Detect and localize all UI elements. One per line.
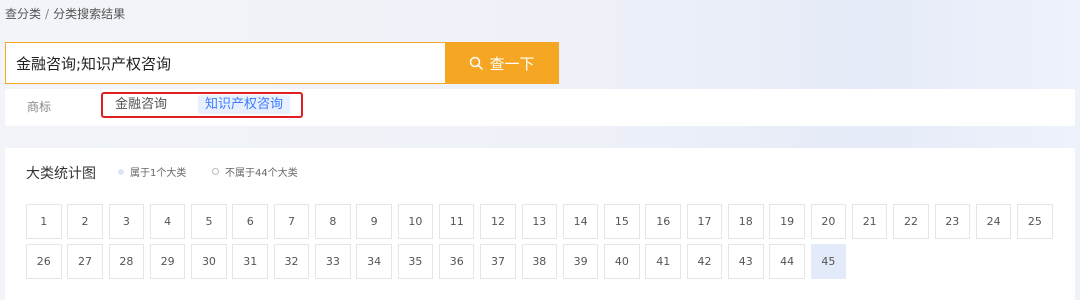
class-cell-40[interactable]: 40: [604, 244, 640, 279]
class-cell-41[interactable]: 41: [645, 244, 681, 279]
class-cell-15[interactable]: 15: [604, 204, 640, 239]
class-cell-44[interactable]: 44: [769, 244, 805, 279]
legend-belongs: 属于1个大类: [118, 164, 186, 179]
class-cell-12[interactable]: 12: [480, 204, 516, 239]
class-cell-13[interactable]: 13: [521, 204, 558, 239]
legend-not-belongs-dot-icon: [212, 168, 219, 175]
class-cell-37[interactable]: 37: [480, 244, 516, 279]
class-cell-33[interactable]: 33: [315, 244, 351, 279]
stats-panel: 大类统计图 属于1个大类 不属于44个大类 1 2 3 4 5 6 7 8 9 10 11 12 13 1…: [5, 148, 1075, 300]
tag-chip-ip-consulting[interactable]: 知识产权咨询: [198, 95, 290, 114]
class-cell-19[interactable]: 19: [769, 204, 805, 239]
class-cell-21[interactable]: 21: [851, 204, 888, 239]
class-cell-31[interactable]: 31: [232, 244, 268, 279]
class-cell-8[interactable]: 8: [315, 204, 351, 239]
legend-not-belongs-label: 不属于44个大类: [225, 168, 298, 179]
class-cell-23[interactable]: 23: [934, 204, 971, 239]
class-cell-34[interactable]: 34: [356, 244, 392, 279]
class-cell-28[interactable]: 28: [108, 244, 145, 279]
legend-belongs-label: 属于1个大类: [130, 168, 187, 179]
class-cell-16[interactable]: 16: [645, 204, 681, 239]
breadcrumb-current: 分类搜索结果: [53, 7, 126, 21]
class-grid: 1 2 3 4 5 6 7 8 9 10 11 12 13 14 15 16 17 18 19 20 21 22 23 24 2…: [26, 204, 1066, 279]
breadcrumb-separator: /: [45, 6, 50, 21]
search-button-label: 查一下: [489, 54, 535, 73]
class-cell-35[interactable]: 35: [397, 244, 434, 279]
class-cell-3[interactable]: 3: [108, 204, 145, 239]
search-bar: 查一下: [5, 42, 559, 84]
legend-not-belongs: 不属于44个大类: [212, 164, 298, 179]
class-cell-42[interactable]: 42: [686, 244, 723, 279]
class-cell-30[interactable]: 30: [191, 244, 227, 279]
class-cell-20[interactable]: 20: [810, 204, 847, 239]
class-cell-5[interactable]: 5: [191, 204, 227, 239]
class-cell-4[interactable]: 4: [149, 204, 186, 239]
class-cell-14[interactable]: 14: [562, 204, 599, 239]
breadcrumb-root-link[interactable]: 查分类: [5, 5, 41, 22]
class-cell-6[interactable]: 6: [232, 204, 268, 239]
class-cell-32[interactable]: 32: [273, 244, 310, 279]
class-cell-38[interactable]: 38: [521, 244, 558, 279]
class-cell-29[interactable]: 29: [149, 244, 186, 279]
class-cell-1[interactable]: 1: [26, 204, 62, 239]
class-cell-39[interactable]: 39: [562, 244, 599, 279]
tag-chip-financial-consulting[interactable]: 金融咨询: [115, 95, 167, 114]
breadcrumb: 查分类 / 分类搜索结果: [5, 5, 125, 22]
class-cell-18[interactable]: 18: [728, 204, 764, 239]
class-cell-7[interactable]: 7: [273, 204, 310, 239]
class-cell-10[interactable]: 10: [397, 204, 434, 239]
class-cell-36[interactable]: 36: [438, 244, 475, 279]
stats-title: 大类统计图: [26, 166, 96, 182]
class-cell-45[interactable]: 45: [810, 244, 847, 279]
class-cell-26[interactable]: 26: [26, 244, 62, 279]
class-cell-9[interactable]: 9: [356, 204, 392, 239]
class-cell-22[interactable]: 22: [893, 204, 929, 239]
class-cell-25[interactable]: 25: [1017, 204, 1053, 239]
tag-category-label: 商标: [27, 100, 52, 114]
class-cell-17[interactable]: 17: [686, 204, 723, 239]
class-cell-24[interactable]: 24: [975, 204, 1012, 239]
class-cell-43[interactable]: 43: [728, 244, 764, 279]
class-cell-27[interactable]: 27: [67, 244, 103, 279]
search-input[interactable]: [5, 42, 445, 84]
class-cell-2[interactable]: 2: [67, 204, 103, 239]
search-icon: [470, 56, 484, 70]
search-button[interactable]: 查一下: [445, 42, 559, 84]
tag-panel: 商标 金融咨询 知识产权咨询: [5, 89, 1075, 126]
class-cell-11[interactable]: 11: [438, 204, 475, 239]
legend-belongs-dot-icon: [118, 168, 124, 175]
